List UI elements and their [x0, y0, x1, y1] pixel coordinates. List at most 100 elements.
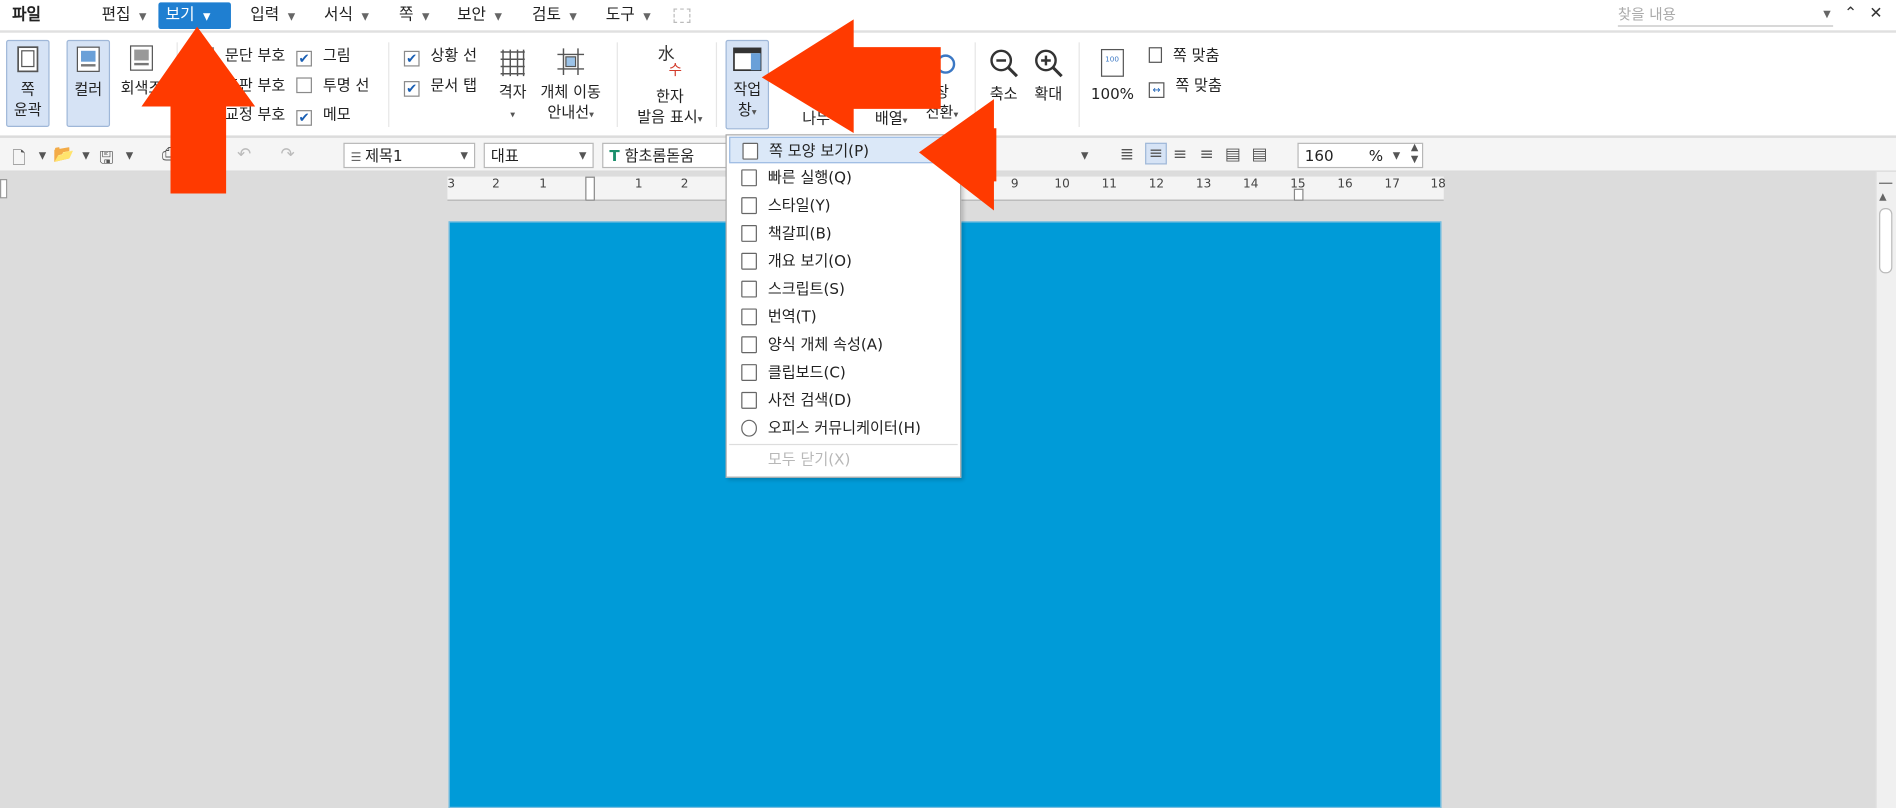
picture-checkbox[interactable]: ✔ 그림 [296, 45, 351, 67]
chevron-down-icon[interactable]: ▼ [39, 150, 46, 161]
menu-item-label: 오피스 커뮤니케이터(H) [767, 418, 921, 437]
separator [388, 42, 390, 128]
ruler-tick: 9 [1010, 177, 1019, 192]
fit-page-label: 쪽 맞춤 [1172, 45, 1220, 65]
right-margin-marker[interactable] [1293, 188, 1304, 201]
menu-page[interactable]: 쪽 ▼ [392, 2, 437, 29]
style-select[interactable]: ☰ 제목1 ▼ [343, 142, 476, 169]
menu-file[interactable]: 파일 [5, 2, 48, 29]
transparent-line-checkbox[interactable]: 투명 선 [296, 75, 369, 97]
chevron-down-icon: ▼ [569, 10, 577, 22]
document-tab-checkbox[interactable]: ✔ 문서 탭 [403, 75, 478, 97]
menu-review-label: 검토 [532, 6, 561, 25]
chevron-down-icon[interactable]: ▼ [1081, 150, 1088, 161]
memo-checkbox[interactable]: ✔ 메모 [296, 104, 351, 126]
scroll-up-icon[interactable]: ▲ [1879, 191, 1886, 202]
page-outline-icon [17, 46, 39, 73]
chevron-down-icon: ▼ [1392, 149, 1401, 161]
grid-label: 격자 [498, 82, 527, 101]
checkmark-icon: ✔ [296, 50, 312, 67]
split-align-icon[interactable]: ▤ [1252, 145, 1268, 164]
chevron-down-icon[interactable]: ▼ [82, 150, 89, 161]
zoom-in-label: 확대 [1034, 84, 1063, 103]
zoom-out-icon [990, 49, 1018, 78]
menu-security[interactable]: 보안 ▼ [450, 2, 509, 29]
checkbox-label: 문서 탭 [430, 76, 478, 95]
chevron-down-icon: ▼ [287, 10, 296, 22]
search-input[interactable]: 찾을 내용 ▼ [1617, 5, 1834, 27]
save-icon[interactable]: 🖫 [99, 145, 113, 174]
align-left-icon[interactable]: ≡ [1145, 142, 1167, 165]
status-line-checkbox[interactable]: ✔ 상황 선 [403, 45, 477, 67]
justify-icon[interactable]: ≣ [1120, 145, 1134, 164]
fit-width-button[interactable]: ↔ 쪽 맞춤 [1148, 75, 1222, 98]
color-button[interactable]: 컬러 [66, 39, 111, 128]
menu-bar: 파일 편집 ▼ 보기 ▼ 입력 ▼ 서식 ▼ 쪽 ▼ 보안 ▼ 검토 ▼ 도구 ▼ 찾을 내용 ▼… [0, 0, 1896, 32]
menu-format[interactable]: 서식 ▼ [317, 2, 376, 29]
chevron-down-icon: ▼ [643, 10, 651, 22]
menu-item-clipboard[interactable]: 클립보드(C) [729, 359, 958, 386]
zoom-100-icon: 100 [1100, 48, 1124, 77]
separator [715, 42, 718, 128]
collapse-icon[interactable]: ⌃ [1844, 5, 1857, 23]
menu-item-label: 번역(T) [767, 307, 817, 326]
fit-width-icon: ↔ [1148, 82, 1165, 98]
align-center-icon[interactable]: ≡ [1173, 145, 1187, 164]
object-guide-label: 개체 이동 [540, 82, 601, 101]
grid-button[interactable]: 격자 ▾ [493, 40, 532, 132]
menu-item-outline[interactable]: 개요 보기(O) [729, 248, 958, 275]
vertical-scrollbar[interactable]: ▲ [1875, 171, 1896, 808]
page-outline-button[interactable]: 쪽 윤곽 [6, 39, 50, 128]
ruler-tick: 18 [1430, 177, 1446, 192]
chevron-down-icon[interactable]: ▼ [126, 150, 133, 161]
menu-view-label: 보기 [165, 6, 195, 25]
extension-icon[interactable] [673, 8, 691, 23]
align-right-icon[interactable]: ≡ [1200, 145, 1214, 164]
menu-item-translate[interactable]: 번역(T) [729, 304, 958, 331]
object-guide-label-2: 안내선 [547, 102, 590, 121]
menu-tools[interactable]: 도구 ▼ [599, 2, 658, 29]
menu-item-script[interactable]: 스크립트(S) [729, 276, 958, 303]
indent-marker[interactable] [585, 176, 595, 201]
menu-item-bookmark[interactable]: 책갈피(B) [729, 220, 958, 247]
menu-security-label: 보안 [457, 6, 486, 25]
menu-review[interactable]: 검토 ▼ [525, 2, 584, 29]
left-ruler-marker[interactable] [0, 179, 8, 199]
font-select[interactable]: T 함초롬돋움 [602, 142, 728, 169]
menu-item-label: 책갈피(B) [767, 223, 832, 242]
ruler-tick: 3 [447, 177, 456, 192]
ruler-tick: 13 [1195, 177, 1212, 192]
chevron-down-icon[interactable]: ▼ [1823, 5, 1830, 24]
fit-page-button[interactable]: 쪽 맞춤 [1148, 45, 1220, 67]
font-icon: T [609, 146, 620, 165]
zoom-100-button[interactable]: 100 100% [1088, 40, 1136, 132]
menu-item-label: 클립보드(C) [767, 362, 846, 382]
new-document-icon[interactable]: 🗋 [12, 145, 26, 174]
object-guide-button[interactable]: 개체 이동 안내선▾ [537, 40, 605, 132]
color-label: 컬러 [74, 79, 103, 98]
close-icon[interactable]: ✕ [1869, 5, 1882, 23]
redo-icon[interactable]: ↷ [281, 145, 295, 164]
page-view-icon [742, 142, 759, 160]
annotation-arrow-up [141, 26, 256, 194]
chevron-down-icon: ▼ [421, 10, 430, 22]
hanja-pronunciation-button[interactable]: 水수 한자 발음 표시▾ [632, 40, 707, 132]
scroll-top-icon[interactable] [1879, 174, 1893, 184]
zoom-in-button[interactable]: 확대 [1028, 40, 1069, 132]
font-language-select[interactable]: 대표 ▼ [483, 142, 594, 169]
distribute-icon[interactable]: ▤ [1225, 145, 1241, 164]
stepper-icon[interactable]: ▲ ▼ [1411, 142, 1418, 166]
menu-item-label: 빠른 실행(Q) [767, 168, 852, 187]
menu-item-communicator[interactable]: 오피스 커뮤니케이터(H) [729, 415, 958, 442]
menu-separator [729, 443, 958, 446]
ruler-tick: 1 [634, 177, 643, 192]
zoom-select[interactable]: 160% ▼ ▲ ▼ [1297, 142, 1424, 169]
menu-item-dictionary[interactable]: 사전 검색(D) [729, 387, 958, 414]
open-folder-icon[interactable]: 📂 [53, 145, 74, 164]
translate-icon [741, 308, 757, 326]
hanja-icon: 水수 [657, 44, 683, 79]
menu-item-label: 스타일(Y) [767, 195, 831, 215]
scrollbar-thumb[interactable] [1879, 208, 1893, 274]
ruler-tick: 14 [1243, 177, 1259, 192]
menu-item-form-object[interactable]: 양식 개체 속성(A) [729, 331, 958, 358]
